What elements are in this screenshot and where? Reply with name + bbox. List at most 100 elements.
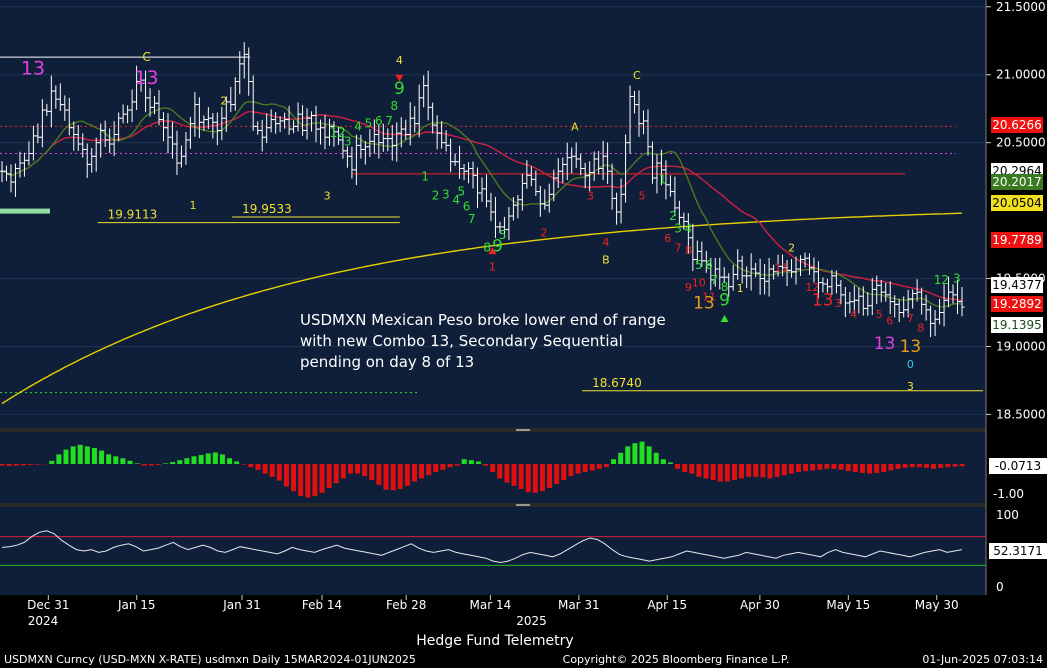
macd-bar — [198, 455, 204, 464]
td-count: 3 — [344, 134, 352, 148]
td-count: 8 — [685, 244, 692, 257]
macd-bar — [411, 464, 417, 482]
td-count: 13 — [874, 334, 896, 354]
td-count: C — [142, 50, 150, 64]
td-count: 1 — [659, 172, 667, 186]
macd-bar — [155, 464, 161, 465]
macd-bar — [532, 464, 538, 493]
macd-bar — [305, 464, 311, 498]
annotation-line-2: with new Combo 13, Secondary Sequential — [300, 332, 623, 350]
date-label: Feb 14 — [302, 598, 342, 612]
macd-bar — [234, 461, 240, 464]
macd-bar — [475, 461, 481, 464]
axis-tick-label: 21.0000 — [996, 68, 1046, 82]
macd-bar — [852, 464, 858, 472]
td-count: 11 — [774, 262, 788, 275]
macd-bar — [788, 464, 794, 474]
macd-bar — [127, 460, 133, 464]
macd-bar — [184, 458, 190, 464]
level-label: 18.6740 — [592, 376, 642, 390]
macd-bar — [739, 464, 745, 479]
macd-bar — [703, 464, 709, 479]
td-count: 2 — [432, 189, 440, 203]
price-badge-label: 20.0504 — [992, 196, 1042, 210]
td-count: 5 — [365, 117, 373, 131]
macd-bar — [767, 464, 773, 479]
td-count: 3 — [324, 190, 331, 203]
macd-bar — [909, 464, 915, 468]
macd-bar — [731, 464, 737, 480]
macd-bar — [77, 444, 83, 464]
macd-bar — [283, 464, 289, 487]
series-title: Hedge Fund Telemetry — [416, 633, 573, 649]
macd-bar — [625, 446, 631, 464]
footer-timestamp: 01-Jun-2025 07:03:14 — [922, 653, 1043, 666]
macd-bar — [383, 464, 389, 490]
td-count: 7 — [385, 114, 393, 128]
rsi-value-label: 52.3171 — [993, 544, 1043, 558]
macd-bar — [326, 464, 332, 488]
td-count: 1 — [421, 170, 429, 184]
macd-bar — [568, 464, 574, 477]
date-label: Mar 31 — [558, 598, 600, 612]
td-count: 13 — [134, 67, 158, 89]
macd-bar — [902, 464, 908, 468]
macd-bar — [596, 464, 602, 469]
macd-bar — [511, 464, 517, 486]
price-badge-label: 19.4377 — [992, 278, 1042, 292]
macd-bar — [959, 464, 965, 467]
macd-bar — [760, 464, 766, 478]
macd-bar — [667, 462, 673, 464]
macd-bar — [84, 446, 90, 464]
td-count: 3 — [907, 380, 914, 393]
price-badge-label: 19.2892 — [992, 297, 1042, 311]
macd-bar — [753, 464, 759, 477]
macd-bar — [362, 464, 368, 477]
td-count: 13 — [900, 337, 922, 357]
macd-bar — [916, 464, 922, 468]
rsi-axis-label: 0 — [996, 580, 1004, 594]
macd-bar — [803, 464, 809, 472]
macd-bar — [63, 449, 69, 464]
macd-bar — [0, 464, 5, 466]
macd-bar — [461, 459, 467, 464]
date-label: Dec 31 — [27, 598, 69, 612]
macd-bar — [148, 464, 154, 466]
macd-bar — [895, 464, 901, 469]
macd-bar — [646, 446, 652, 464]
macd-bar — [746, 464, 752, 477]
year-label: 2025 — [516, 614, 547, 628]
footer-left: USDMXN Curncy (USD-MXN X-RATE) usdmxn Da… — [4, 653, 416, 666]
macd-bar — [91, 448, 97, 464]
macd-bar — [70, 446, 76, 464]
macd-bar — [547, 464, 553, 488]
macd-bar — [539, 464, 545, 492]
td-count: 10 — [692, 277, 706, 290]
macd-bar — [675, 464, 681, 469]
td-count: 13 — [812, 291, 834, 311]
macd-bar — [397, 464, 403, 489]
td-count: 8 — [917, 322, 924, 335]
macd-bar — [390, 464, 396, 491]
macd-bar — [724, 464, 730, 482]
splitter-handle — [516, 429, 530, 431]
macd-bar — [56, 454, 62, 464]
macd-bar — [845, 464, 851, 472]
td-count: 6 — [664, 232, 671, 245]
macd-bar — [134, 463, 140, 464]
td-count: 9 — [719, 291, 730, 311]
footer-copyright: Copyright© 2025 Bloomberg Finance L.P. — [563, 653, 790, 666]
macd-bar — [241, 464, 247, 465]
macd-bar — [447, 464, 453, 468]
risk-marker — [0, 208, 50, 214]
macd-bar — [483, 464, 489, 466]
macd-bar — [774, 464, 780, 477]
td-count: 2 — [788, 241, 795, 254]
macd-bar — [170, 462, 176, 464]
macd-bar — [952, 464, 958, 467]
macd-bar — [120, 458, 126, 464]
macd-bar — [945, 464, 951, 468]
year-label: 2024 — [28, 614, 59, 628]
macd-bar — [177, 460, 183, 464]
macd-bar — [888, 464, 894, 471]
